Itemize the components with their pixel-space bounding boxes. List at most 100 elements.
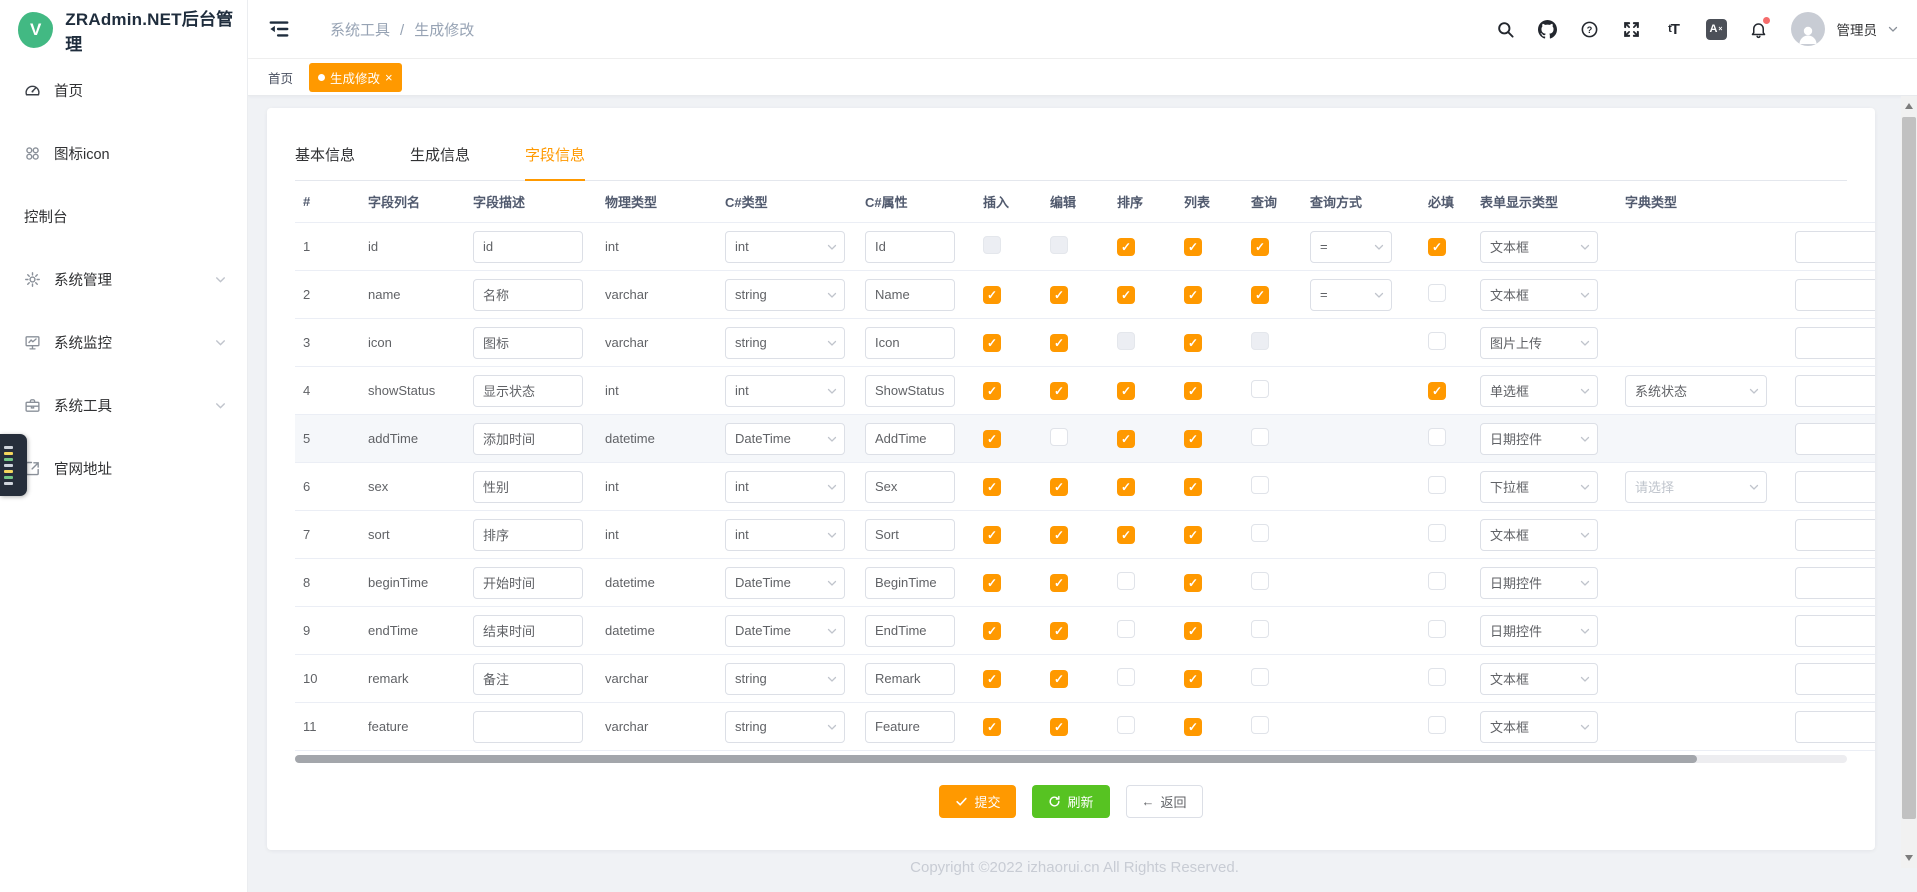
insert-checkbox[interactable]: ✓ bbox=[983, 718, 1001, 736]
help-icon[interactable]: ? bbox=[1580, 19, 1600, 39]
display-type-select[interactable]: 下拉框 bbox=[1480, 471, 1598, 503]
csharp-type-select[interactable]: DateTime bbox=[725, 567, 845, 599]
sidebar-item-system-admin[interactable]: 系统管理 bbox=[0, 248, 247, 311]
csharp-type-select[interactable]: string bbox=[725, 711, 845, 743]
extra-input[interactable] bbox=[1795, 615, 1875, 647]
sidebar-item-website[interactable]: 官网地址 bbox=[0, 437, 247, 500]
query-checkbox[interactable] bbox=[1251, 476, 1269, 494]
extra-input[interactable] bbox=[1795, 471, 1875, 503]
insert-checkbox[interactable]: ✓ bbox=[983, 478, 1001, 496]
field-desc-input[interactable] bbox=[473, 519, 583, 551]
required-checkbox[interactable] bbox=[1428, 524, 1446, 542]
font-size-icon[interactable]: tT bbox=[1664, 19, 1684, 39]
display-type-select[interactable]: 文本框 bbox=[1480, 519, 1598, 551]
field-desc-input[interactable] bbox=[473, 567, 583, 599]
csharp-type-select[interactable]: string bbox=[725, 279, 845, 311]
sidebar-item-icons[interactable]: 图标icon bbox=[0, 122, 247, 185]
list-checkbox[interactable]: ✓ bbox=[1184, 718, 1202, 736]
github-icon[interactable] bbox=[1538, 19, 1558, 39]
csharp-type-select[interactable]: int bbox=[725, 519, 845, 551]
csharp-type-select[interactable]: int bbox=[725, 471, 845, 503]
extra-input[interactable] bbox=[1795, 567, 1875, 599]
display-type-select[interactable]: 日期控件 bbox=[1480, 615, 1598, 647]
scroll-down-arrow[interactable] bbox=[1905, 855, 1913, 861]
edit-checkbox[interactable]: ✓ bbox=[1050, 526, 1068, 544]
query-checkbox[interactable]: ✓ bbox=[1251, 286, 1269, 304]
display-type-select[interactable]: 日期控件 bbox=[1480, 567, 1598, 599]
list-checkbox[interactable]: ✓ bbox=[1184, 286, 1202, 304]
list-checkbox[interactable]: ✓ bbox=[1184, 574, 1202, 592]
search-icon[interactable] bbox=[1496, 19, 1516, 39]
close-icon[interactable]: × bbox=[385, 71, 393, 84]
sidebar-item-home[interactable]: 首页 bbox=[0, 59, 247, 122]
list-checkbox[interactable]: ✓ bbox=[1184, 430, 1202, 448]
required-checkbox[interactable] bbox=[1428, 572, 1446, 590]
list-checkbox[interactable]: ✓ bbox=[1184, 238, 1202, 256]
list-checkbox[interactable]: ✓ bbox=[1184, 526, 1202, 544]
edit-checkbox[interactable]: ✓ bbox=[1050, 574, 1068, 592]
csharp-type-select[interactable]: int bbox=[725, 375, 845, 407]
vertical-scrollbar-thumb[interactable] bbox=[1902, 117, 1916, 819]
query-mode-select[interactable]: = bbox=[1310, 279, 1392, 311]
required-checkbox[interactable] bbox=[1428, 428, 1446, 446]
csharp-attr-input[interactable] bbox=[865, 519, 955, 551]
display-type-select[interactable]: 文本框 bbox=[1480, 711, 1598, 743]
csharp-type-select[interactable]: DateTime bbox=[725, 423, 845, 455]
query-checkbox[interactable] bbox=[1251, 620, 1269, 638]
extra-input[interactable] bbox=[1795, 375, 1875, 407]
csharp-attr-input[interactable] bbox=[865, 279, 955, 311]
csharp-type-select[interactable]: DateTime bbox=[725, 615, 845, 647]
extra-input[interactable] bbox=[1795, 327, 1875, 359]
csharp-attr-input[interactable] bbox=[865, 663, 955, 695]
query-checkbox[interactable] bbox=[1251, 332, 1269, 350]
insert-checkbox[interactable]: ✓ bbox=[983, 334, 1001, 352]
edit-checkbox[interactable] bbox=[1050, 236, 1068, 254]
list-checkbox[interactable]: ✓ bbox=[1184, 382, 1202, 400]
csharp-attr-input[interactable] bbox=[865, 375, 955, 407]
field-desc-input[interactable] bbox=[473, 231, 583, 263]
sort-checkbox[interactable] bbox=[1117, 668, 1135, 686]
dict-type-select[interactable]: 请选择 bbox=[1625, 471, 1767, 503]
theme-drawer-handle[interactable] bbox=[0, 434, 27, 496]
csharp-type-select[interactable]: string bbox=[725, 327, 845, 359]
edit-checkbox[interactable]: ✓ bbox=[1050, 286, 1068, 304]
extra-input[interactable] bbox=[1795, 519, 1875, 551]
translate-icon[interactable]: A× bbox=[1706, 19, 1727, 40]
insert-checkbox[interactable]: ✓ bbox=[983, 622, 1001, 640]
extra-input[interactable] bbox=[1795, 663, 1875, 695]
bell-icon[interactable] bbox=[1749, 19, 1769, 39]
tab-generate[interactable]: 生成信息 bbox=[410, 144, 470, 180]
csharp-attr-input[interactable] bbox=[865, 327, 955, 359]
sort-checkbox[interactable]: ✓ bbox=[1117, 238, 1135, 256]
required-checkbox[interactable] bbox=[1428, 716, 1446, 734]
required-checkbox[interactable]: ✓ bbox=[1428, 382, 1446, 400]
field-desc-input[interactable] bbox=[473, 471, 583, 503]
required-checkbox[interactable] bbox=[1428, 332, 1446, 350]
field-desc-input[interactable] bbox=[473, 615, 583, 647]
breadcrumb-parent[interactable]: 系统工具 bbox=[330, 22, 390, 39]
tag-tab-1-active[interactable]: 生成修改× bbox=[309, 63, 402, 92]
horizontal-scrollbar-thumb[interactable] bbox=[295, 755, 1697, 763]
display-type-select[interactable]: 图片上传 bbox=[1480, 327, 1598, 359]
list-checkbox[interactable]: ✓ bbox=[1184, 670, 1202, 688]
sort-checkbox[interactable]: ✓ bbox=[1117, 526, 1135, 544]
display-type-select[interactable]: 单选框 bbox=[1480, 375, 1598, 407]
dict-type-select[interactable]: 系统状态 bbox=[1625, 375, 1767, 407]
display-type-select[interactable]: 文本框 bbox=[1480, 279, 1598, 311]
csharp-attr-input[interactable] bbox=[865, 567, 955, 599]
refresh-button[interactable]: 刷新 bbox=[1032, 785, 1109, 818]
sidebar-item-system-monitor[interactable]: 系统监控 bbox=[0, 311, 247, 374]
required-checkbox[interactable]: ✓ bbox=[1428, 238, 1446, 256]
edit-checkbox[interactable]: ✓ bbox=[1050, 670, 1068, 688]
avatar[interactable] bbox=[1791, 12, 1825, 46]
field-desc-input[interactable] bbox=[473, 279, 583, 311]
field-desc-input[interactable] bbox=[473, 663, 583, 695]
display-type-select[interactable]: 文本框 bbox=[1480, 231, 1598, 263]
csharp-attr-input[interactable] bbox=[865, 711, 955, 743]
query-checkbox[interactable] bbox=[1251, 524, 1269, 542]
csharp-attr-input[interactable] bbox=[865, 615, 955, 647]
sort-checkbox[interactable]: ✓ bbox=[1117, 382, 1135, 400]
edit-checkbox[interactable]: ✓ bbox=[1050, 334, 1068, 352]
required-checkbox[interactable] bbox=[1428, 668, 1446, 686]
insert-checkbox[interactable]: ✓ bbox=[983, 430, 1001, 448]
